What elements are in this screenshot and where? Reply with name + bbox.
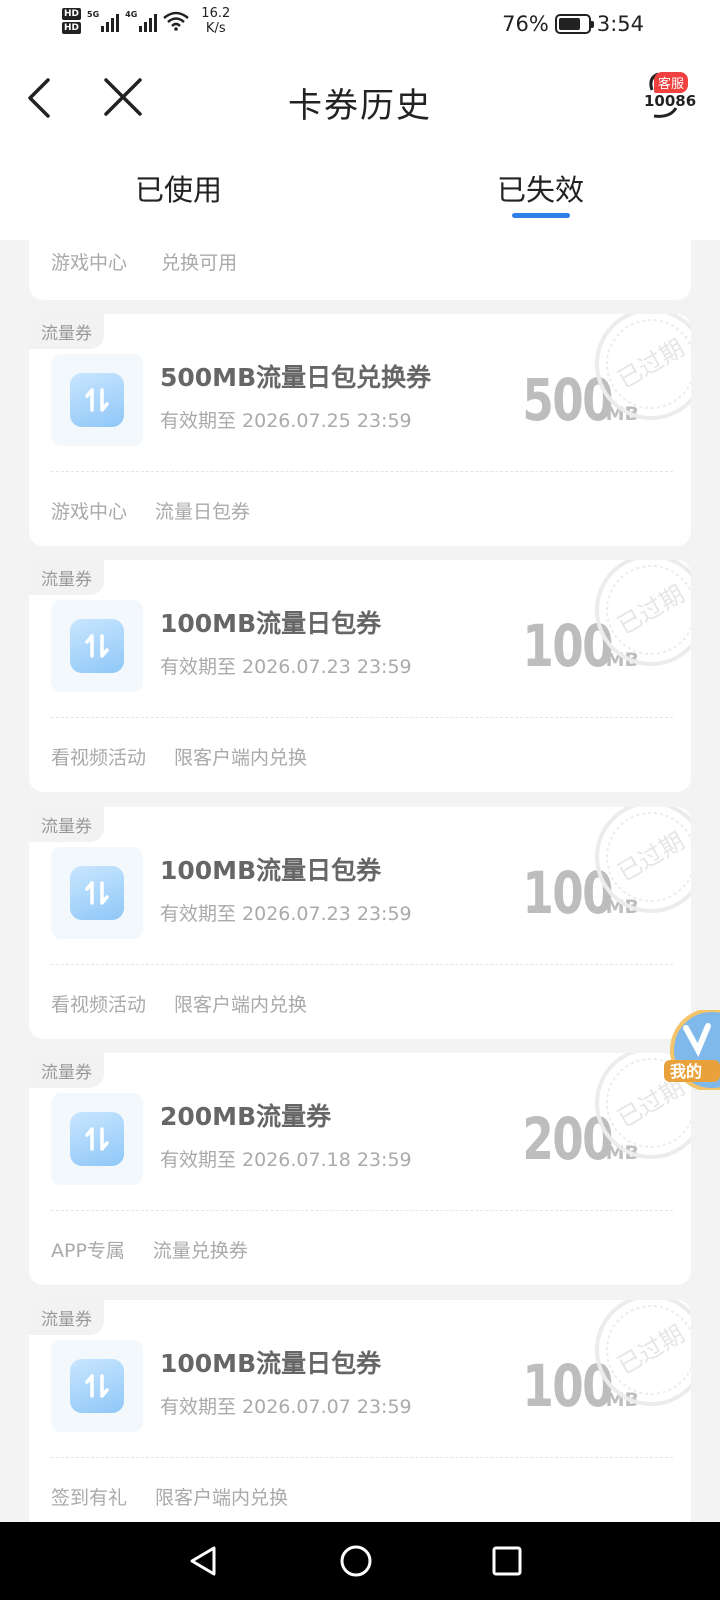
- coupon-card[interactable]: 流量券 100MB流量日包券 有效期至 2026.07.07 23:59 100…: [29, 1300, 691, 1522]
- coupon-type-label: 流量券: [29, 1300, 104, 1335]
- nav-back-icon[interactable]: [186, 1544, 220, 1578]
- coupon-expiry: 有效期至 2026.07.18 23:59: [160, 1149, 412, 1171]
- signal-5g-icon: 5G: [87, 10, 120, 32]
- coupon-card[interactable]: 流量券 100MB流量日包券 有效期至 2026.07.23 23:59 100…: [29, 560, 691, 792]
- data-transfer-icon: [70, 1112, 124, 1166]
- coupon-type-label: 流量券: [29, 1053, 104, 1088]
- data-transfer-icon: [70, 1359, 124, 1413]
- status-bar: HD HD 5G 4G 16.2 K/s 76% 3:54: [0, 0, 720, 50]
- clock: 3:54: [596, 12, 644, 36]
- coupon-tag: 游戏中心: [51, 501, 128, 523]
- coupon-tag: 限客户端内兑换: [174, 747, 308, 769]
- coupon-name: 100MB流量日包券: [160, 856, 382, 885]
- expired-stamp-icon: 已过期: [595, 314, 691, 420]
- coupon-tag: 流量兑换券: [152, 1240, 248, 1262]
- svg-text:已过期: 已过期: [613, 1320, 689, 1380]
- tab-used[interactable]: 已使用: [135, 167, 222, 209]
- coupon-expiry: 有效期至 2026.07.23 23:59: [160, 656, 412, 678]
- page-title: 卡券历史: [288, 86, 432, 126]
- service-badge: 客服: [654, 72, 689, 93]
- expired-stamp-icon: 已过期: [595, 560, 691, 666]
- hd-badge: HD: [62, 8, 82, 20]
- my-benefits-float-button[interactable]: 我的: [664, 1010, 720, 1090]
- data-transfer-icon: [70, 373, 124, 427]
- coupon-type-label: 流量券: [29, 560, 104, 595]
- system-nav-bar: [0, 1522, 720, 1600]
- coupon-tag: 游戏中心: [51, 252, 128, 274]
- coupon-tag: 流量日包券: [155, 501, 251, 523]
- svg-text:已过期: 已过期: [613, 334, 689, 394]
- hd-badge: HD: [62, 22, 82, 34]
- coupon-name: 100MB流量日包券: [160, 1349, 382, 1378]
- header: 卡券历史 客服 10086: [0, 50, 720, 145]
- coupon-tag: 签到有礼: [51, 1487, 128, 1509]
- svg-text:已过期: 已过期: [613, 827, 689, 887]
- service-number: 10086: [644, 92, 697, 110]
- coupon-type-label: 流量券: [29, 314, 104, 349]
- nav-home-icon[interactable]: [339, 1544, 373, 1578]
- battery-icon: [554, 14, 594, 34]
- wifi-icon: [163, 11, 190, 31]
- coupon-tag: APP专属: [51, 1240, 125, 1262]
- coupon-list[interactable]: 游戏中心 兑换可用 流量券 500MB流量日包兑换券 有效期至 2026.07.…: [0, 240, 720, 1522]
- expired-stamp-icon: 已过期: [595, 807, 691, 913]
- coupon-card[interactable]: 流量券 500MB流量日包兑换券 有效期至 2026.07.25 23:59 5…: [29, 314, 691, 546]
- signal-4g-icon: 4G: [125, 10, 158, 32]
- coupon-tag: 限客户端内兑换: [174, 994, 308, 1016]
- svg-text:已过期: 已过期: [613, 580, 689, 640]
- coupon-expiry: 有效期至 2026.07.07 23:59: [160, 1396, 412, 1418]
- customer-service-button[interactable]: 客服 10086: [640, 70, 696, 122]
- tab-active-indicator: [512, 213, 570, 218]
- coupon-type-label: 流量券: [29, 807, 104, 842]
- coupon-tag: 看视频活动: [51, 994, 147, 1016]
- coupon-name: 100MB流量日包券: [160, 609, 382, 638]
- battery-percent: 76%: [502, 12, 549, 36]
- coupon-card[interactable]: 流量券 100MB流量日包券 有效期至 2026.07.23 23:59 100…: [29, 807, 691, 1039]
- nav-recents-icon[interactable]: [490, 1544, 524, 1578]
- coupon-name: 500MB流量日包兑换券: [160, 363, 432, 392]
- data-transfer-icon: [70, 866, 124, 920]
- coupon-tag: 兑换可用: [161, 252, 238, 274]
- coupon-card-partial[interactable]: 游戏中心 兑换可用: [29, 240, 691, 300]
- tab-bar: 已使用 已失效: [0, 145, 720, 240]
- svg-text:我的: 我的: [670, 1062, 702, 1081]
- coupon-tag: 限客户端内兑换: [155, 1487, 289, 1509]
- coupon-tag: 看视频活动: [51, 747, 147, 769]
- coupon-name: 200MB流量券: [160, 1102, 332, 1131]
- tab-expired[interactable]: 已失效: [497, 167, 584, 209]
- coupon-card[interactable]: 流量券 200MB流量券 有效期至 2026.07.18 23:59 200 MB…: [29, 1053, 691, 1285]
- coupon-expiry: 有效期至 2026.07.23 23:59: [160, 903, 412, 925]
- data-transfer-icon: [70, 619, 124, 673]
- network-speed: 16.2 K/s: [201, 6, 231, 36]
- expired-stamp-icon: 已过期: [595, 1300, 691, 1406]
- coupon-expiry: 有效期至 2026.07.25 23:59: [160, 410, 412, 432]
